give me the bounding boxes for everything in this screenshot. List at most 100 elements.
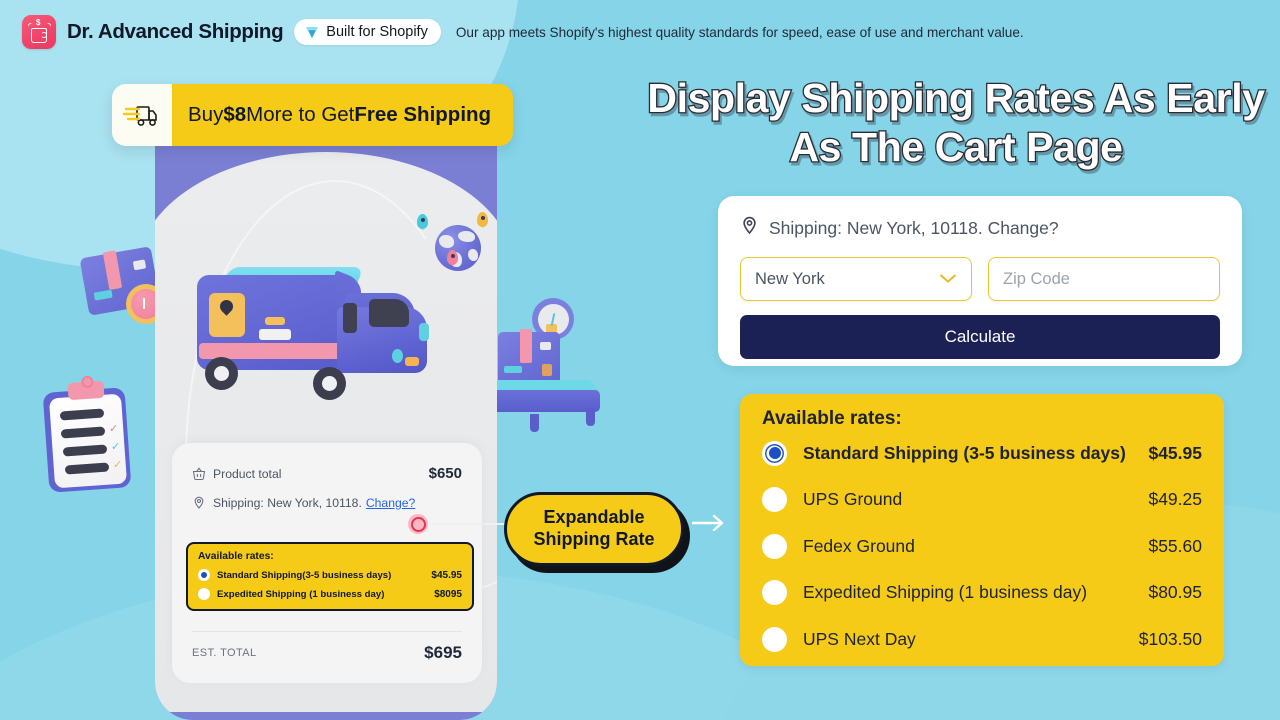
phone-rate-row[interactable]: Standard Shipping(3-5 business days) $45… <box>198 569 462 581</box>
rate-label: Standard Shipping (3-5 business days) <box>803 442 1126 463</box>
calculate-button[interactable]: Calculate <box>740 315 1220 359</box>
arrow-right-icon <box>691 512 726 539</box>
phone-change-link[interactable]: Change? <box>366 496 415 510</box>
truck-mirror <box>419 323 429 341</box>
callout-marker-dot <box>408 514 428 534</box>
location-pin-icon <box>740 216 759 241</box>
app-header: $ Dr. Advanced Shipping Built for Shopif… <box>0 0 1280 64</box>
truck-label-yellow <box>265 317 285 325</box>
phone-shipping-text: Shipping: New York, 10118. <box>213 496 362 510</box>
diamond-gem-icon <box>304 26 320 39</box>
available-rates-title: Available rates: <box>762 408 902 429</box>
rate-row[interactable]: Fedex Ground $55.60 <box>762 523 1202 570</box>
headline-line-2: As The Cart Page <box>788 123 1124 172</box>
globe-with-pins-3d <box>435 225 481 271</box>
product-total-label: Product total <box>213 466 282 481</box>
available-rates-card: Available rates: Standard Shipping (3-5 … <box>740 394 1224 666</box>
phone-rate-price: $8095 <box>434 588 462 600</box>
package-label-white <box>132 259 147 271</box>
map-pin-cyan-icon <box>417 214 428 230</box>
rate-radio[interactable] <box>762 487 787 513</box>
clipboard-clip <box>67 380 105 401</box>
delivery-truck-3d <box>197 245 447 425</box>
rate-price: $103.50 <box>1138 628 1202 649</box>
rate-price: $80.95 <box>1148 582 1202 603</box>
zip-code-placeholder: Zip Code <box>1003 269 1070 288</box>
callout-line-2: Shipping Rate <box>533 529 655 549</box>
checkmark-cyan-icon: ✓ <box>111 441 121 453</box>
checklist-clipboard-3d: ✓ ✓ ✓ <box>42 380 140 494</box>
phone-rate-price: $45.95 <box>431 569 462 581</box>
rate-price: $49.25 <box>1148 489 1202 510</box>
shopping-basket-icon <box>192 466 206 481</box>
callout-line-1: Expandable <box>543 507 645 528</box>
app-tagline: Our app meets Shopify's highest quality … <box>455 24 1024 40</box>
rate-radio-selected[interactable] <box>762 440 787 466</box>
truck-light-cyan <box>392 349 403 363</box>
calculator-inputs: New York Zip Code <box>740 257 1220 301</box>
phone-radio-unselected[interactable] <box>198 588 210 600</box>
rate-radio[interactable] <box>762 626 787 652</box>
scale-leg <box>530 414 539 432</box>
headline-line-1: Display Shipping Rates As Early <box>646 74 1266 123</box>
phone-shipping-row: Shipping: New York, 10118. Change? <box>192 496 462 510</box>
clock-hand <box>143 298 145 309</box>
callout-connector-line <box>424 523 516 525</box>
cart-divider <box>192 631 462 632</box>
package-tape <box>102 250 123 290</box>
truck-wheel-rear <box>205 357 238 390</box>
est-total-value: $695 <box>424 643 462 662</box>
est-total-label: EST. TOTAL <box>192 647 257 659</box>
package-label-white <box>540 342 551 350</box>
rate-row[interactable]: UPS Next Day $103.50 <box>762 616 1202 663</box>
dollar-sign-icon: $ <box>36 18 41 27</box>
built-for-shopify-badge[interactable]: Built for Shopify <box>294 19 441 45</box>
fs-amount: $8 <box>223 103 247 126</box>
location-pin-icon <box>192 496 206 510</box>
phone-available-rates-panel: Available rates: Standard Shipping(3-5 b… <box>186 542 474 611</box>
package-label-cyan <box>93 289 113 301</box>
rate-radio[interactable] <box>762 533 787 559</box>
truck-pin-panel <box>209 293 245 337</box>
bag-shape <box>31 28 47 43</box>
rate-price: $45.95 <box>1148 442 1202 463</box>
fs-middle: More to Get <box>246 103 355 126</box>
map-pin-pink-icon <box>447 250 458 266</box>
globe-land <box>458 231 475 242</box>
rate-price: $55.60 <box>1148 535 1202 556</box>
globe-land <box>439 235 454 248</box>
state-select-value: New York <box>755 269 825 288</box>
truck-side-window <box>343 303 357 333</box>
rate-radio[interactable] <box>762 580 787 606</box>
package-label-cyan <box>504 366 522 373</box>
free-shipping-banner: Buy $8 More to Get Free Shipping <box>112 84 514 146</box>
chevron-down-icon <box>939 270 957 289</box>
app-name: Dr. Advanced Shipping <box>67 20 284 43</box>
phone-rate-row[interactable]: Expedited Shipping (1 business day) $809… <box>198 588 462 600</box>
shopping-bag-dollar-icon: $ <box>22 15 56 49</box>
calculator-shipping-line: Shipping: New York, 10118. Change? <box>740 216 1220 241</box>
rate-label: Expedited Shipping (1 business day) <box>803 582 1088 603</box>
phone-rates-title: Available rates: <box>198 551 274 562</box>
delivery-truck-icon <box>112 84 172 146</box>
product-total-row: Product total $650 <box>192 465 462 482</box>
truck-light-orange <box>405 357 419 366</box>
fs-prefix: Buy <box>188 103 224 126</box>
package-tape <box>520 329 532 363</box>
expandable-shipping-rate-callout: Expandable Shipping Rate <box>504 492 684 566</box>
zip-code-input[interactable]: Zip Code <box>988 257 1220 301</box>
map-pin-yellow-icon <box>477 212 488 228</box>
built-for-shopify-label: Built for Shopify <box>326 24 428 40</box>
fs-suffix: Free Shipping <box>354 103 492 126</box>
rate-row[interactable]: Standard Shipping (3-5 business days) $4… <box>762 430 1202 477</box>
phone-rate-label: Expedited Shipping (1 business day) <box>217 588 385 600</box>
phone-radio-selected[interactable] <box>198 569 210 581</box>
scale-leg <box>586 408 595 426</box>
truck-wheel-front <box>313 367 346 400</box>
checkmark-pink-icon: ✓ <box>109 423 119 435</box>
globe-land <box>468 249 478 261</box>
rate-row[interactable]: Expedited Shipping (1 business day) $80.… <box>762 570 1202 617</box>
phone-rate-label: Standard Shipping(3-5 business days) <box>217 569 392 581</box>
rate-row[interactable]: UPS Ground $49.25 <box>762 477 1202 524</box>
state-select[interactable]: New York <box>740 257 972 301</box>
